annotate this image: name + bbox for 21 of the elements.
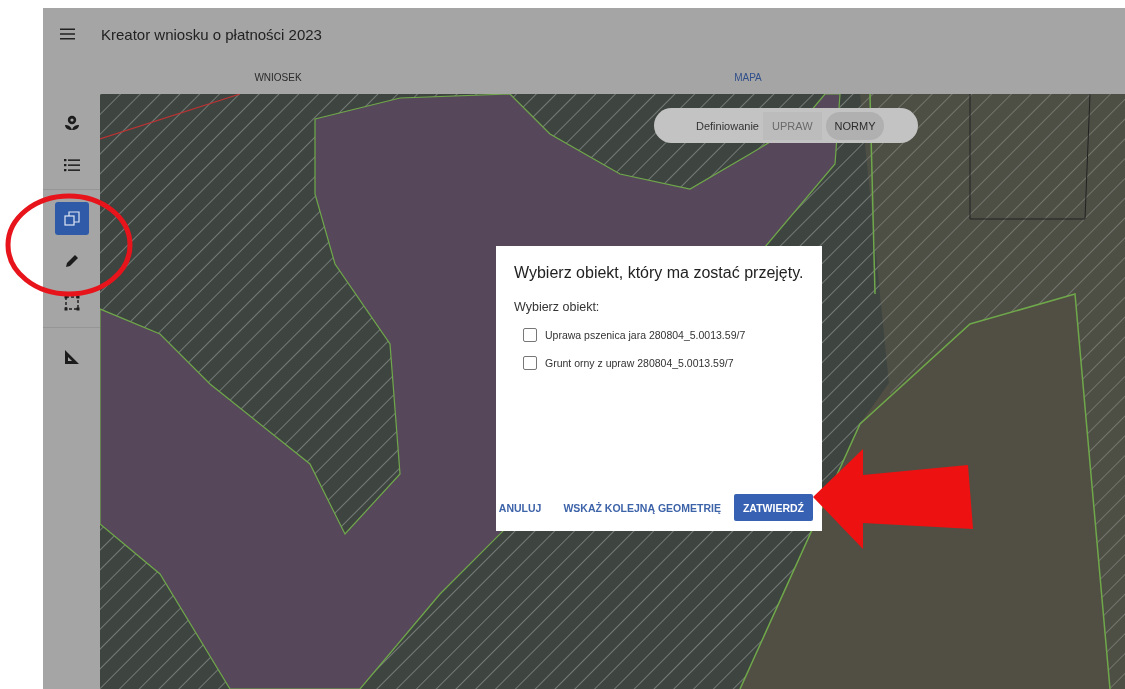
app-title: Kreator wniosku o płatności 2023 xyxy=(101,25,322,43)
tab[interactable]: WNIOSEK xyxy=(43,60,513,94)
confirm-button[interactable]: ZATWIERDŹ xyxy=(733,494,813,521)
dialog-title: Wybierz obiekt, który ma zostać przejęty. xyxy=(514,264,805,282)
text-button[interactable]: ANULUJ xyxy=(489,494,551,521)
toggle-option[interactable]: NORMY xyxy=(825,111,885,140)
dialog-prompt: Wybierz obiekt: xyxy=(514,300,601,314)
checkbox-label: Grunt orny z upraw 280804_5.0013.59/7 xyxy=(545,357,734,369)
copy-icon xyxy=(63,210,80,227)
menu-icon[interactable] xyxy=(60,28,75,40)
pencil-icon xyxy=(63,252,80,269)
flower-icon xyxy=(63,114,80,131)
tab[interactable]: MAPA xyxy=(513,60,983,94)
copy-tool-button[interactable] xyxy=(54,202,89,235)
list-icon xyxy=(63,156,80,173)
toggle-label: Definiowanie xyxy=(696,119,759,132)
checkbox[interactable] xyxy=(523,356,537,370)
checkbox[interactable] xyxy=(523,328,537,342)
selection-box-icon xyxy=(63,294,80,311)
text-button[interactable]: WSKAŻ KOLEJNĄ GEOMETRIĘ xyxy=(554,494,730,521)
checkbox-label: Uprawa pszenica jara 280804_5.0013.59/7 xyxy=(545,329,746,341)
